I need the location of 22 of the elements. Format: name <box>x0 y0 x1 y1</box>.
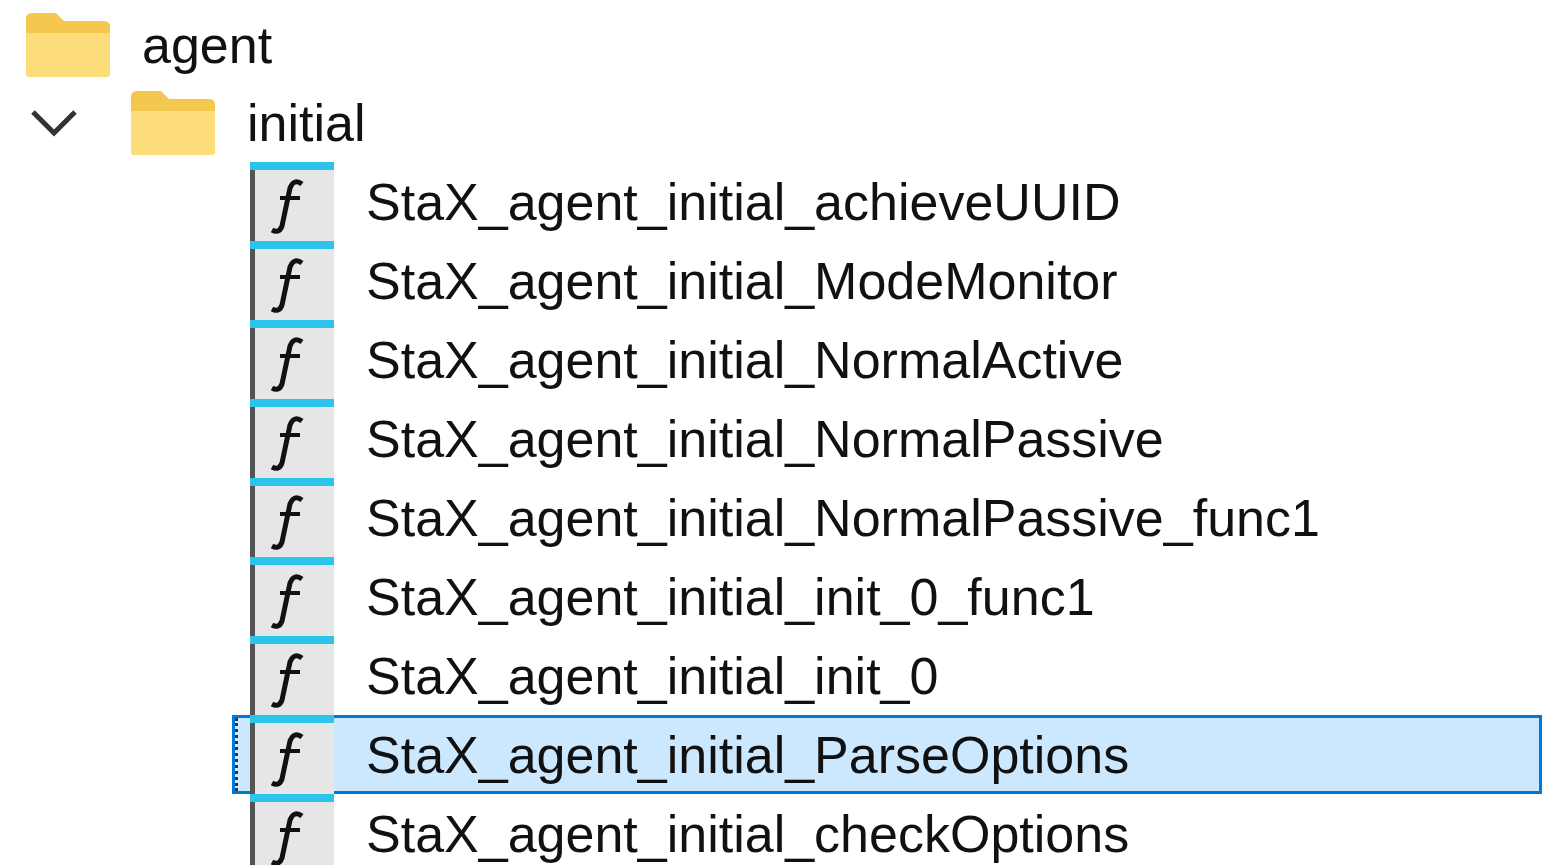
function-icon <box>250 320 334 399</box>
function-icon <box>250 399 334 478</box>
function-icon <box>250 794 334 865</box>
tree-item[interactable]: StaX_agent_initial_NormalPassive <box>232 399 1542 478</box>
tree-item[interactable]: initial <box>247 97 366 149</box>
function-icon <box>250 478 334 557</box>
tree-item[interactable]: StaX_agent_initial_ParseOptions <box>232 715 1542 794</box>
tree-item[interactable]: StaX_agent_initial_init_0 <box>232 636 1542 715</box>
folder-icon <box>129 89 217 157</box>
tree-item[interactable]: StaX_agent_initial_achieveUUID <box>232 162 1542 241</box>
folder-icon <box>24 11 112 79</box>
function-icon <box>250 162 334 241</box>
function-icon <box>250 636 334 715</box>
function-icon <box>250 715 334 794</box>
tree-item[interactable]: StaX_agent_initial_checkOptions <box>232 794 1542 865</box>
tree-item[interactable]: StaX_agent_initial_ModeMonitor <box>232 241 1542 320</box>
tree-item[interactable]: StaX_agent_initial_init_0_func1 <box>232 557 1542 636</box>
chevron-icon[interactable] <box>29 108 79 138</box>
tree-item[interactable]: StaX_agent_initial_NormalPassive_func1 <box>232 478 1542 557</box>
tree-item[interactable]: StaX_agent_initial_NormalActive <box>232 320 1542 399</box>
function-icon <box>250 557 334 636</box>
function-icon <box>250 241 334 320</box>
